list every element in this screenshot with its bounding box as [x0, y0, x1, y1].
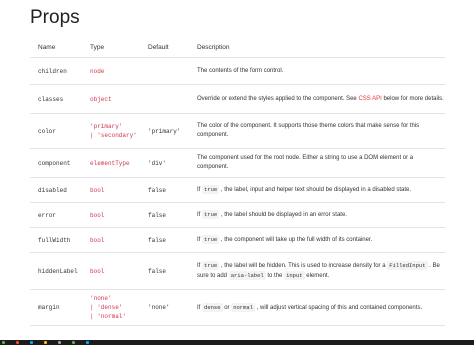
- taskbar-app-icon[interactable]: [44, 341, 47, 344]
- inline-code: normal: [231, 302, 256, 312]
- prop-name: color: [30, 113, 90, 149]
- prop-name: component: [30, 148, 90, 178]
- prop-description: Override or extend the styles applied to…: [197, 84, 445, 114]
- description-text: , the component will take up the full wi…: [219, 237, 373, 243]
- prop-description: If true , the label will be hidden. This…: [197, 252, 445, 290]
- inline-code: dense: [202, 302, 223, 312]
- header-description: Description: [197, 38, 445, 58]
- prop-name: children: [30, 57, 90, 85]
- prop-type-part: bool: [90, 267, 105, 275]
- taskbar: [0, 340, 474, 345]
- prop-name: margin: [30, 289, 90, 326]
- taskbar-app-icon[interactable]: [72, 341, 75, 344]
- table-row: disabled bool false If true , the label, in…: [30, 177, 445, 203]
- prop-default: 'none': [148, 289, 197, 326]
- prop-type-part: | 'secondary': [90, 132, 137, 139]
- header-name: Name: [30, 38, 90, 58]
- inline-code: true: [202, 210, 220, 219]
- description-text: Override or extend the styles applied to…: [197, 95, 359, 102]
- taskbar-app-icon[interactable]: [58, 341, 61, 344]
- description-text: element.: [304, 273, 330, 279]
- inline-code: true: [202, 235, 220, 244]
- prop-type-part: node: [90, 67, 105, 75]
- page-title: Props: [30, 7, 80, 28]
- prop-type-part: elementType: [90, 159, 130, 167]
- prop-name: classes: [30, 84, 90, 114]
- prop-description: If true , the component will take up the…: [197, 227, 445, 253]
- description-text: , the label should be displayed in an er…: [219, 212, 347, 218]
- table-body: children node The contents of the form con…: [30, 57, 445, 326]
- table-row: component elementType 'div' The component u…: [30, 148, 445, 178]
- description-text: or: [222, 304, 232, 311]
- prop-name: error: [30, 202, 90, 228]
- table-row: children node The contents of the form con…: [30, 57, 445, 85]
- description-text: The contents of the form control.: [197, 67, 284, 74]
- prop-type: bool: [90, 227, 148, 253]
- prop-type: elementType: [90, 148, 148, 178]
- taskbar-app-icon[interactable]: [2, 341, 5, 344]
- inline-code: true: [202, 261, 220, 270]
- description-text: The component used for the root node. Ei…: [197, 155, 414, 170]
- description-text: , the label, input and helper text shoul…: [219, 187, 412, 193]
- prop-type-part: object: [90, 95, 112, 103]
- prop-type: 'primary' | 'secondary': [90, 113, 148, 149]
- prop-default: false: [148, 227, 197, 253]
- prop-default: [148, 57, 197, 85]
- prop-description: If dense or normal , will adjust vertica…: [197, 289, 445, 326]
- prop-type: node: [90, 57, 148, 85]
- prop-type: 'none' | 'dense' | 'normal': [90, 289, 148, 326]
- table-row: color'primary' | 'secondary''primary' The …: [30, 113, 445, 149]
- prop-type-part: bool: [90, 186, 105, 194]
- description-text: The color of the component. It supports …: [197, 123, 420, 138]
- prop-type-part: 'primary': [90, 123, 123, 130]
- description-text: to the: [265, 273, 285, 279]
- table-row: margin'none' | 'dense' | 'normal''none' If …: [30, 289, 445, 326]
- table-header-row: Name Type Default Description: [30, 38, 445, 58]
- prop-default: false: [148, 202, 197, 228]
- prop-name: disabled: [30, 177, 90, 203]
- css-api-link[interactable]: CSS API: [358, 96, 381, 102]
- prop-type: bool: [90, 202, 148, 228]
- description-text: , will adjust vertical spacing of this a…: [255, 304, 423, 311]
- prop-default: false: [148, 177, 197, 203]
- prop-description: If true , the label should be displayed …: [197, 202, 445, 228]
- prop-type-part: 'none': [90, 295, 112, 302]
- prop-type-part: | 'normal': [90, 313, 127, 320]
- header-default: Default: [148, 38, 197, 58]
- inline-code: input: [284, 271, 305, 280]
- prop-description: The color of the component. It supports …: [197, 113, 445, 149]
- inline-code: FilledInput: [387, 261, 428, 270]
- header-type: Type: [90, 38, 148, 58]
- prop-description: The contents of the form control.: [197, 57, 445, 85]
- prop-type: bool: [90, 252, 148, 290]
- table-row: classes object Override or extend the styl…: [30, 84, 445, 114]
- prop-type: bool: [90, 177, 148, 203]
- prop-description: The component used for the root node. Ei…: [197, 148, 445, 178]
- taskbar-app-icon[interactable]: [16, 341, 19, 344]
- prop-default: [148, 84, 197, 114]
- prop-name: fullWidth: [30, 227, 90, 253]
- prop-default: 'div': [148, 148, 197, 178]
- description-text: below for more details.: [381, 95, 444, 102]
- prop-default: 'primary': [148, 113, 197, 149]
- prop-default: false: [148, 252, 197, 290]
- prop-description: If true , the label, input and helper te…: [197, 177, 445, 203]
- inline-code: true: [202, 185, 220, 194]
- prop-type-part: bool: [90, 236, 105, 244]
- prop-name: hiddenLabel: [30, 252, 90, 290]
- prop-type-part: bool: [90, 211, 105, 219]
- taskbar-app-icon[interactable]: [30, 341, 33, 344]
- table-row: fullWidth bool false If true , the componen…: [30, 227, 445, 253]
- prop-type-part: | 'dense': [90, 304, 123, 311]
- table-row: error bool false If true , the label should…: [30, 202, 445, 228]
- props-table: Name Type Default Description children no…: [30, 38, 445, 326]
- prop-type: object: [90, 84, 148, 114]
- taskbar-app-icon[interactable]: [86, 341, 89, 344]
- table-row: hiddenLabel bool false If true , the label …: [30, 252, 445, 290]
- description-text: , the label will be hidden. This is used…: [219, 263, 388, 269]
- inline-code: aria-label: [228, 271, 266, 280]
